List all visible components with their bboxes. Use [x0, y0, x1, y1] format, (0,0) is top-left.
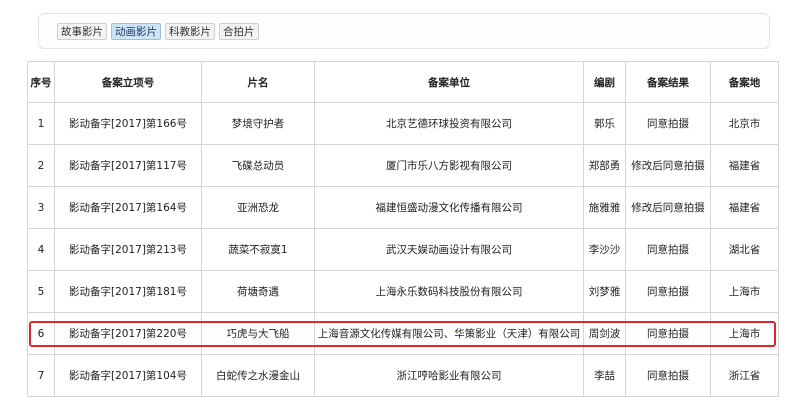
- tab-animated-films[interactable]: 动画影片: [111, 23, 161, 40]
- col-header-company: 备案单位: [314, 61, 584, 103]
- col-header-location: 备案地: [710, 61, 779, 103]
- cell-record-number: 影动备字[2017]第166号: [54, 102, 202, 145]
- cell-location: 福建省: [710, 144, 779, 187]
- cell-location: 北京市: [710, 102, 779, 145]
- cell-screenwriter: 施雅雅: [583, 186, 626, 229]
- cell-company: 福建恒盛动漫文化传播有限公司: [314, 186, 584, 229]
- cell-index: 5: [27, 270, 55, 313]
- table-row-highlighted: 6 影动备字[2017]第220号 巧虎与大飞船 上海音源文化传媒有限公司、华策…: [27, 312, 779, 355]
- cell-result: 同意拍摄: [625, 354, 711, 397]
- cell-company: 上海永乐数码科技股份有限公司: [314, 270, 584, 313]
- tab-story-films[interactable]: 故事影片: [57, 23, 107, 40]
- film-registration-table: 序号 备案立项号 片名 备案单位 编剧 备案结果 备案地 1 影动备字[2017…: [27, 61, 779, 397]
- cell-film-title: 飞碟总动员: [201, 144, 315, 187]
- cell-film-title: 荷塘奇遇: [201, 270, 315, 313]
- table-row: 4 影动备字[2017]第213号 蔬菜不寂寞1 武汉天娱动画设计有限公司 李沙…: [27, 228, 779, 271]
- cell-index: 2: [27, 144, 55, 187]
- col-header-result: 备案结果: [625, 61, 711, 103]
- cell-record-number: 影动备字[2017]第220号: [54, 312, 202, 355]
- table-row: 2 影动备字[2017]第117号 飞碟总动员 厦门市乐八方影视有限公司 郑部勇…: [27, 144, 779, 187]
- cell-record-number: 影动备字[2017]第117号: [54, 144, 202, 187]
- cell-result: 同意拍摄: [625, 270, 711, 313]
- table-row: 7 影动备字[2017]第104号 白蛇传之水漫金山 浙江哼哈影业有限公司 李喆…: [27, 354, 779, 397]
- cell-result: 修改后同意拍摄: [625, 144, 711, 187]
- cell-company: 厦门市乐八方影视有限公司: [314, 144, 584, 187]
- cell-index: 4: [27, 228, 55, 271]
- table-row: 5 影动备字[2017]第181号 荷塘奇遇 上海永乐数码科技股份有限公司 刘梦…: [27, 270, 779, 313]
- cell-index: 3: [27, 186, 55, 229]
- cell-record-number: 影动备字[2017]第181号: [54, 270, 202, 313]
- cell-result: 同意拍摄: [625, 102, 711, 145]
- cell-index: 6: [27, 312, 55, 355]
- cell-index: 7: [27, 354, 55, 397]
- cell-film-title: 梦境守护者: [201, 102, 315, 145]
- cell-record-number: 影动备字[2017]第104号: [54, 354, 202, 397]
- cell-screenwriter: 李沙沙: [583, 228, 626, 271]
- cell-film-title: 巧虎与大飞船: [201, 312, 315, 355]
- cell-film-title: 蔬菜不寂寞1: [201, 228, 315, 271]
- category-tab-bar: 故事影片 动画影片 科教影片 合拍片: [38, 13, 770, 49]
- cell-film-title: 白蛇传之水漫金山: [201, 354, 315, 397]
- cell-location: 上海市: [710, 312, 779, 355]
- cell-company: 上海音源文化传媒有限公司、华策影业（天津）有限公司: [314, 312, 584, 355]
- cell-result: 同意拍摄: [625, 312, 711, 355]
- col-header-screenwriter: 编剧: [583, 61, 626, 103]
- cell-company: 浙江哼哈影业有限公司: [314, 354, 584, 397]
- cell-screenwriter: 周剑波: [583, 312, 626, 355]
- cell-record-number: 影动备字[2017]第213号: [54, 228, 202, 271]
- cell-screenwriter: 郑部勇: [583, 144, 626, 187]
- table-row: 3 影动备字[2017]第164号 亚洲恐龙 福建恒盛动漫文化传播有限公司 施雅…: [27, 186, 779, 229]
- tab-co-production[interactable]: 合拍片: [219, 23, 259, 40]
- col-header-record-number: 备案立项号: [54, 61, 202, 103]
- category-tabs: 故事影片 动画影片 科教影片 合拍片: [57, 23, 259, 40]
- cell-location: 上海市: [710, 270, 779, 313]
- cell-index: 1: [27, 102, 55, 145]
- cell-result: 同意拍摄: [625, 228, 711, 271]
- cell-screenwriter: 刘梦雅: [583, 270, 626, 313]
- cell-record-number: 影动备字[2017]第164号: [54, 186, 202, 229]
- tab-science-films[interactable]: 科教影片: [165, 23, 215, 40]
- cell-screenwriter: 郭乐: [583, 102, 626, 145]
- cell-location: 浙江省: [710, 354, 779, 397]
- cell-film-title: 亚洲恐龙: [201, 186, 315, 229]
- cell-company: 武汉天娱动画设计有限公司: [314, 228, 584, 271]
- cell-screenwriter: 李喆: [583, 354, 626, 397]
- table-header-row: 序号 备案立项号 片名 备案单位 编剧 备案结果 备案地: [27, 61, 779, 103]
- table-row: 1 影动备字[2017]第166号 梦境守护者 北京艺德环球投资有限公司 郭乐 …: [27, 102, 779, 145]
- cell-location: 湖北省: [710, 228, 779, 271]
- col-header-film-title: 片名: [201, 61, 315, 103]
- col-header-index: 序号: [27, 61, 55, 103]
- cell-company: 北京艺德环球投资有限公司: [314, 102, 584, 145]
- cell-location: 福建省: [710, 186, 779, 229]
- cell-result: 修改后同意拍摄: [625, 186, 711, 229]
